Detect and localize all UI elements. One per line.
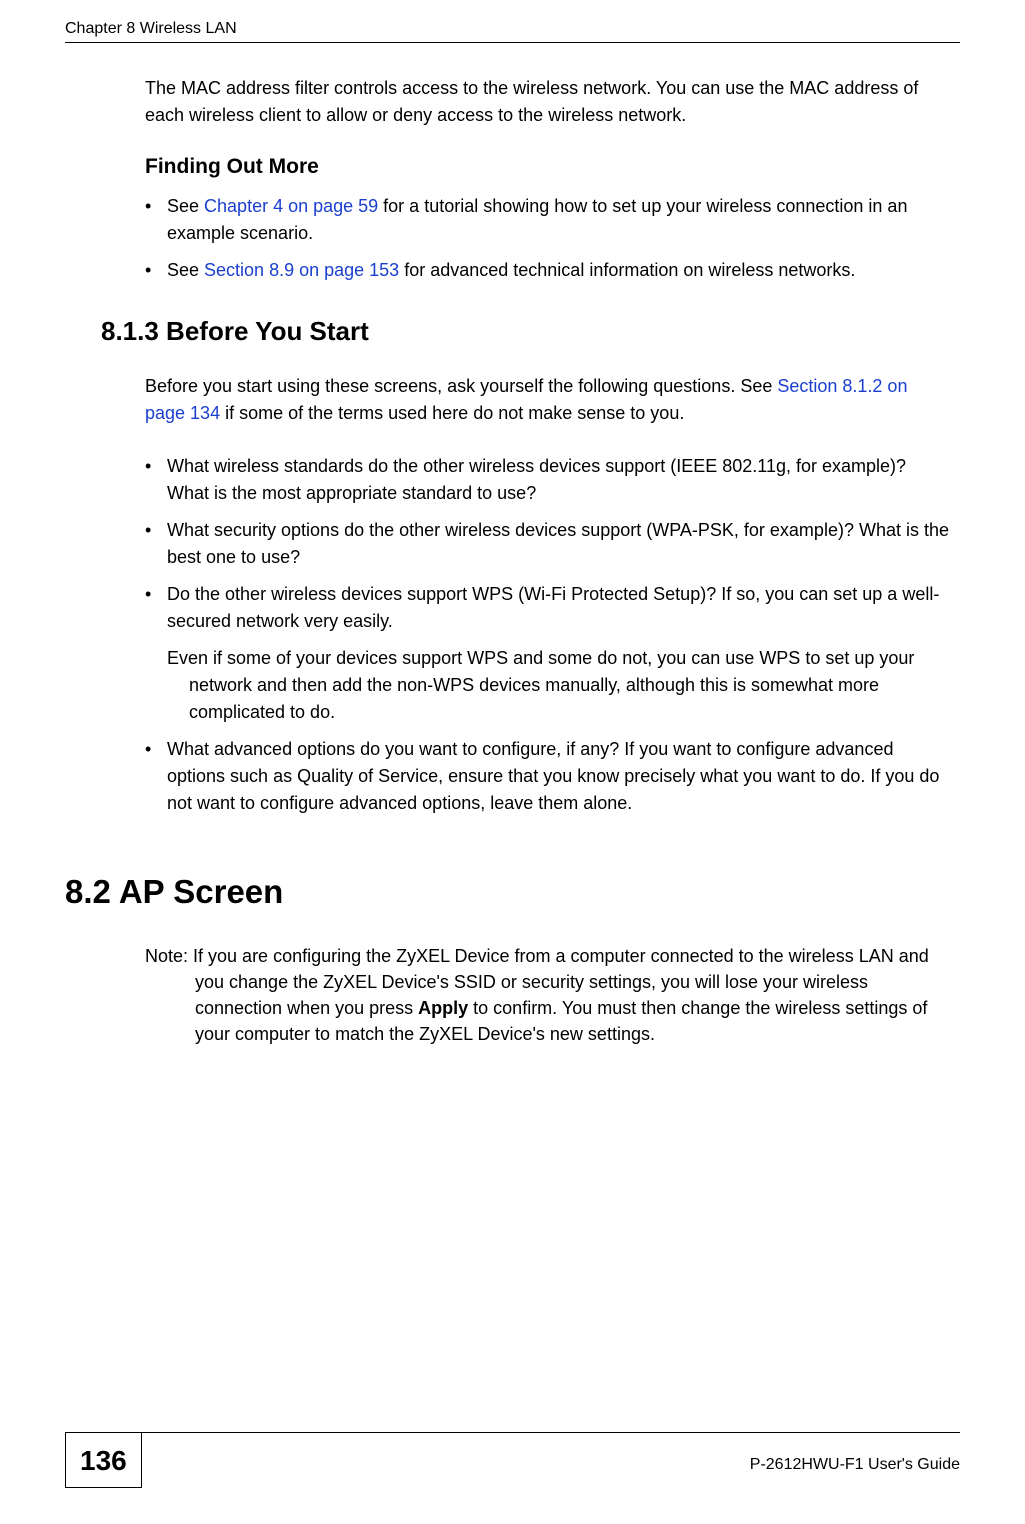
list-item: See Chapter 4 on page 59 for a tutorial … bbox=[145, 193, 950, 247]
text: for advanced technical information on wi… bbox=[399, 260, 855, 280]
finding-out-more-list: See Chapter 4 on page 59 for a tutorial … bbox=[145, 193, 950, 284]
content-body: The MAC address filter controls access t… bbox=[65, 75, 960, 1047]
page-number: 136 bbox=[65, 1433, 142, 1488]
list-item: What advanced options do you want to con… bbox=[145, 736, 950, 817]
list-item: What wireless standards do the other wir… bbox=[145, 453, 950, 507]
text: What advanced options do you want to con… bbox=[167, 739, 939, 813]
list-item-continuation: Even if some of your devices support WPS… bbox=[189, 645, 950, 726]
page-footer: 136 P-2612HWU-F1 User's Guide bbox=[65, 1432, 960, 1488]
note-label: Note: bbox=[145, 946, 193, 966]
chapter-title: Chapter 8 Wireless LAN bbox=[65, 20, 237, 38]
text: What security options do the other wirel… bbox=[167, 520, 949, 567]
text: See bbox=[167, 196, 204, 216]
text: Before you start using these screens, as… bbox=[145, 376, 777, 396]
before-paragraph: Before you start using these screens, as… bbox=[145, 373, 950, 427]
page: Chapter 8 Wireless LAN The MAC address f… bbox=[0, 0, 1025, 1524]
before-you-start-heading: 8.1.3 Before You Start bbox=[101, 316, 950, 347]
text: What wireless standards do the other wir… bbox=[167, 456, 906, 503]
text: if some of the terms used here do not ma… bbox=[220, 403, 684, 423]
guide-title: P-2612HWU-F1 User's Guide bbox=[750, 1448, 960, 1474]
text: Do the other wireless devices support WP… bbox=[167, 584, 939, 631]
ap-screen-heading: 8.2 AP Screen bbox=[65, 873, 950, 911]
list-item: Do the other wireless devices support WP… bbox=[145, 581, 950, 726]
text: See bbox=[167, 260, 204, 280]
bold-text: Apply bbox=[418, 998, 468, 1018]
cross-ref-link[interactable]: Section 8.9 on page 153 bbox=[204, 260, 399, 280]
cross-ref-link[interactable]: Chapter 4 on page 59 bbox=[204, 196, 378, 216]
list-item: What security options do the other wirel… bbox=[145, 517, 950, 571]
before-you-start-list: What wireless standards do the other wir… bbox=[145, 453, 950, 817]
finding-out-more-heading: Finding Out More bbox=[145, 155, 950, 179]
list-item: See Section 8.9 on page 153 for advanced… bbox=[145, 257, 950, 284]
intro-paragraph: The MAC address filter controls access t… bbox=[145, 75, 950, 129]
page-header: Chapter 8 Wireless LAN bbox=[65, 0, 960, 43]
note-paragraph: Note: If you are configuring the ZyXEL D… bbox=[145, 943, 950, 1047]
